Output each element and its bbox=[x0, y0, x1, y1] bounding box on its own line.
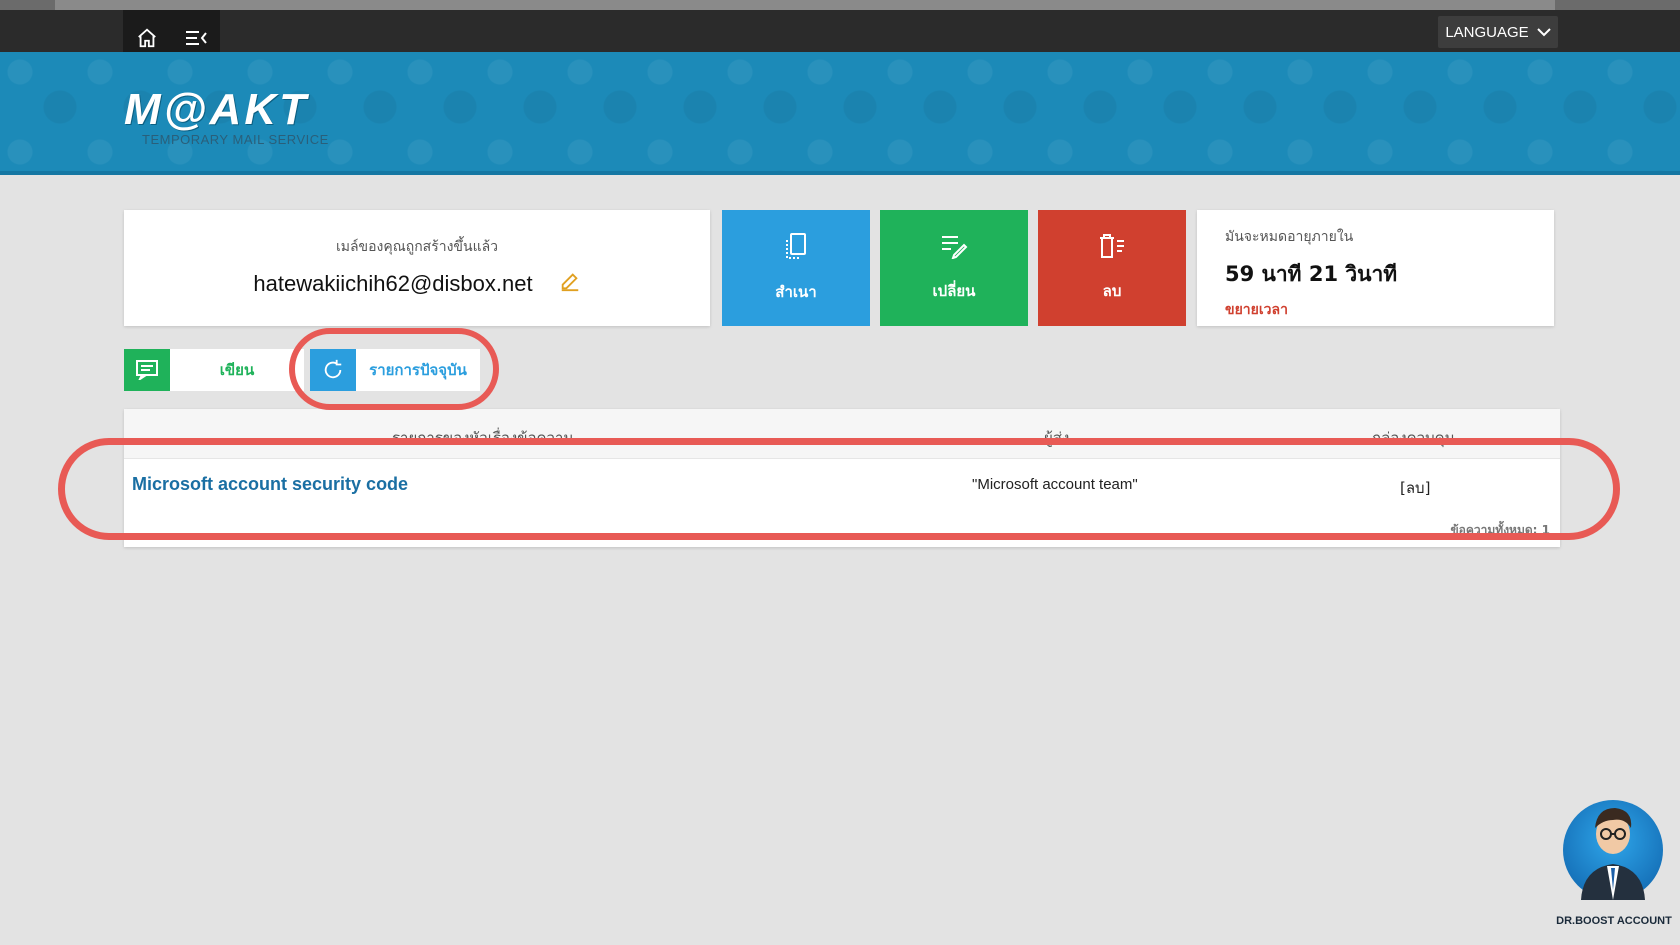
language-label: LANGUAGE bbox=[1445, 23, 1529, 41]
brand-badge: DR.BOOST ACCOUNT bbox=[1555, 790, 1673, 930]
logo[interactable]: M@AKT TEMPORARY MAIL SERVICE bbox=[124, 85, 329, 148]
inbox-table: รายการของหัวเรื่องข้อความ ผู้ส่ง กล่องคว… bbox=[124, 409, 1560, 547]
copy-button[interactable]: สำเนา bbox=[722, 210, 870, 326]
tab-write[interactable]: เขียน bbox=[124, 349, 304, 391]
current-list-label: รายการปัจจุบัน bbox=[369, 361, 467, 379]
tab-current-list[interactable]: รายการปัจจุบัน bbox=[310, 349, 480, 391]
trash-icon bbox=[1098, 233, 1126, 263]
table-row[interactable]: Microsoft account security code "Microso… bbox=[124, 460, 1560, 510]
header-subject: รายการของหัวเรื่องข้อความ bbox=[392, 429, 574, 447]
home-icon[interactable] bbox=[130, 21, 164, 55]
header-sender: ผู้ส่ง bbox=[1044, 429, 1070, 447]
change-button[interactable]: เปลี่ยน bbox=[880, 210, 1028, 326]
copy-icon bbox=[783, 232, 809, 264]
mail-address: hatewakiichih62@disbox.net bbox=[253, 271, 533, 296]
badge-label: DR.BOOST ACCOUNT bbox=[1556, 915, 1672, 927]
compose-icon bbox=[124, 349, 170, 391]
businessman-illustration bbox=[1581, 808, 1645, 900]
delete-label: ลบ bbox=[1102, 282, 1122, 300]
header-control: กล่องควบคุม bbox=[1372, 429, 1455, 447]
message-sender: "Microsoft account team" bbox=[972, 476, 1138, 493]
chevron-down-icon bbox=[1536, 24, 1551, 41]
refresh-icon bbox=[310, 349, 356, 391]
top-nav-bar bbox=[0, 10, 1680, 52]
table-header: รายการของหัวเรื่องข้อความ ผู้ส่ง กล่องคว… bbox=[124, 409, 1560, 459]
delete-button[interactable]: ลบ bbox=[1038, 210, 1186, 326]
edit-pencil-icon[interactable] bbox=[559, 270, 581, 298]
extend-time-link[interactable]: ขยายเวลา bbox=[1225, 299, 1526, 321]
logo-text: M@AKT bbox=[124, 85, 309, 134]
site-header: M@AKT TEMPORARY MAIL SERVICE bbox=[0, 52, 1680, 175]
expiry-countdown: 59 นาที 21 วินาที bbox=[1225, 262, 1398, 286]
browser-top-bar bbox=[55, 0, 1555, 10]
message-delete-link[interactable]: [ลบ] bbox=[1400, 476, 1430, 500]
browser-top-strip bbox=[0, 0, 1680, 10]
change-label: เปลี่ยน bbox=[932, 282, 976, 300]
mail-address-card: เมล์ของคุณถูกสร้างขึ้นแล้ว hatewakiichih… bbox=[124, 210, 710, 326]
write-label: เขียน bbox=[219, 361, 255, 379]
language-dropdown[interactable]: LANGUAGE bbox=[1438, 16, 1558, 48]
message-subject-link[interactable]: Microsoft account security code bbox=[132, 474, 408, 495]
message-count: ข้อความทั้งหมด: 1 bbox=[1450, 523, 1550, 537]
expiry-timer-card: มันจะหมดอายุภายใน 59 นาที 21 วินาที ขยาย… bbox=[1197, 210, 1554, 326]
logo-subtitle: TEMPORARY MAIL SERVICE bbox=[142, 132, 329, 147]
copy-label: สำเนา bbox=[775, 283, 817, 301]
menu-collapse-icon[interactable] bbox=[179, 21, 213, 55]
mail-created-label: เมล์ของคุณถูกสร้างขึ้นแล้ว bbox=[335, 239, 499, 255]
expiry-label: มันจะหมดอายุภายใน bbox=[1225, 229, 1354, 245]
change-icon bbox=[940, 233, 968, 263]
